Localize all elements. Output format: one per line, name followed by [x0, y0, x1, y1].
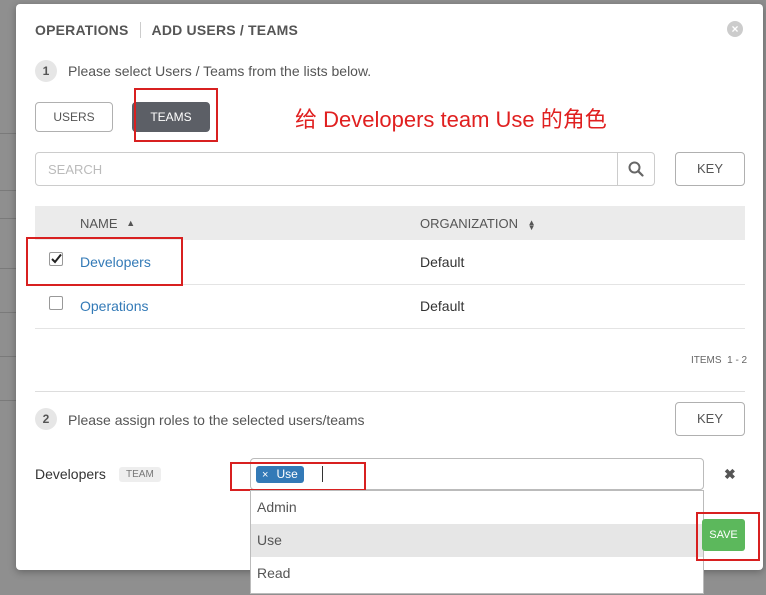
annotation-box-teams — [134, 88, 218, 142]
bg-divider — [0, 218, 16, 219]
step-1-text: Please select Users / Teams from the lis… — [68, 63, 372, 79]
annotation-box-developers — [26, 237, 183, 286]
key-button-2[interactable]: KEY — [675, 402, 745, 436]
search-input[interactable] — [36, 153, 635, 185]
bg-divider — [0, 133, 16, 134]
pagination-items: ITEMS 1 - 2 — [691, 355, 748, 366]
row-org: Default — [420, 298, 465, 314]
bg-divider — [0, 356, 16, 357]
step-2-badge: 2 — [35, 408, 57, 430]
bg-divider — [0, 190, 16, 191]
bg-divider — [0, 268, 16, 269]
add-users-teams-modal: OPERATIONS ADD USERS / TEAMS × 1 Please … — [16, 4, 763, 594]
section-divider — [35, 391, 745, 392]
annotation-box-save — [696, 512, 760, 561]
col-org-header[interactable]: ORGANIZATION ▲ ▼ — [420, 216, 536, 231]
step-1-badge: 1 — [35, 60, 57, 82]
modal-title: OPERATIONS ADD USERS / TEAMS — [35, 22, 298, 38]
row-org: Default — [420, 254, 465, 270]
search-button[interactable] — [617, 153, 654, 185]
annotation-text: 给 Developers team Use 的角色 — [295, 107, 607, 132]
sort-both-icon: ▲ ▼ — [527, 217, 536, 232]
team-link-operations[interactable]: Operations — [80, 298, 148, 314]
role-option-admin[interactable]: Admin — [251, 491, 703, 524]
breadcrumb-separator — [139, 22, 141, 38]
key-button-1[interactable]: KEY — [675, 152, 745, 186]
search-icon — [628, 161, 644, 177]
breadcrumb-operations: OPERATIONS — [35, 22, 129, 38]
col-name-label: NAME — [80, 216, 118, 231]
col-org-label: ORGANIZATION — [420, 216, 518, 231]
bg-divider — [0, 312, 16, 313]
role-dropdown: Admin Use Read — [250, 490, 704, 594]
breadcrumb-add-users-teams: ADD USERS / TEAMS — [151, 22, 299, 38]
close-circle-icon[interactable]: × — [727, 21, 743, 37]
users-tab[interactable]: USERS — [35, 102, 113, 132]
table-header: NAME ▲ ORGANIZATION ▲ ▼ — [35, 206, 745, 240]
row-checkbox-operations[interactable] — [49, 296, 63, 310]
col-name-header[interactable]: NAME ▲ — [80, 216, 135, 231]
bg-divider — [0, 400, 16, 401]
sort-asc-icon: ▲ — [126, 218, 136, 228]
role-option-use[interactable]: Use — [251, 524, 703, 557]
annotation-box-tag — [230, 462, 366, 491]
search-bar — [35, 152, 655, 186]
assign-entity-name: Developers — [35, 466, 106, 482]
role-option-read[interactable]: Read — [251, 557, 703, 590]
remove-assignment-icon[interactable]: ✖ — [724, 466, 736, 483]
step-2-text: Please assign roles to the selected user… — [68, 412, 365, 428]
table-row: Operations Default — [35, 284, 745, 329]
team-badge: TEAM — [119, 467, 161, 482]
